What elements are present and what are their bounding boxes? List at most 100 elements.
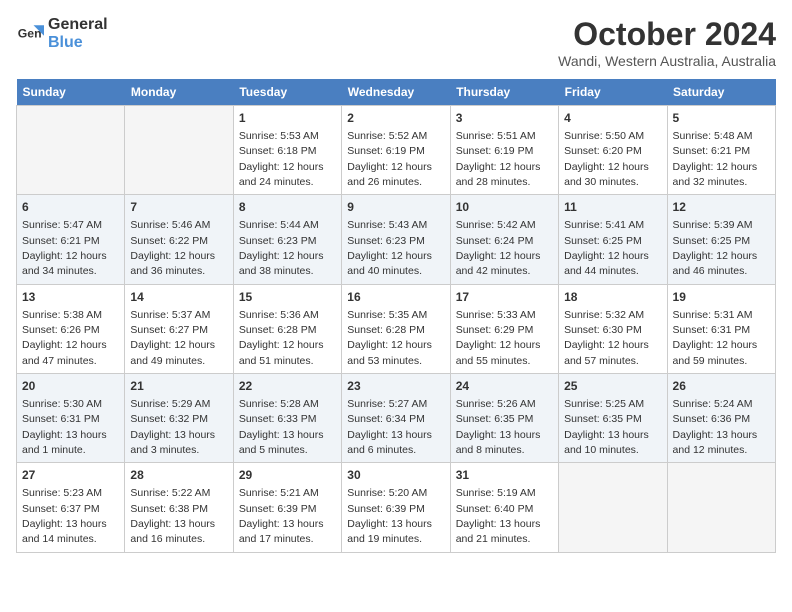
day-number: 11 — [564, 199, 661, 216]
day-number: 31 — [456, 467, 553, 484]
calendar-cell: 15 Sunrise: 5:36 AM Sunset: 6:28 PM Dayli… — [233, 284, 341, 373]
calendar-cell: 28 Sunrise: 5:22 AM Sunset: 6:38 PM Dayli… — [125, 463, 233, 552]
calendar-cell: 12 Sunrise: 5:39 AM Sunset: 6:25 PM Dayli… — [667, 195, 775, 284]
calendar-cell: 26 Sunrise: 5:24 AM Sunset: 6:36 PM Dayli… — [667, 374, 775, 463]
day-info: Sunrise: 5:28 AM Sunset: 6:33 PM Dayligh… — [239, 398, 324, 456]
day-number: 29 — [239, 467, 336, 484]
day-number: 10 — [456, 199, 553, 216]
day-number: 13 — [22, 289, 119, 306]
day-number: 15 — [239, 289, 336, 306]
day-number: 3 — [456, 110, 553, 127]
day-number: 20 — [22, 378, 119, 395]
day-info: Sunrise: 5:26 AM Sunset: 6:35 PM Dayligh… — [456, 398, 541, 456]
calendar-cell: 10 Sunrise: 5:42 AM Sunset: 6:24 PM Dayli… — [450, 195, 558, 284]
calendar-cell: 30Sunrise: 5:20 AM Sunset: 6:39 PM Dayli… — [342, 463, 450, 552]
day-number: 8 — [239, 199, 336, 216]
day-info: Sunrise: 5:29 AM Sunset: 6:32 PM Dayligh… — [130, 398, 215, 456]
calendar-cell: 3 Sunrise: 5:51 AM Sunset: 6:19 PM Daylig… — [450, 106, 558, 195]
day-info: Sunrise: 5:25 AM Sunset: 6:35 PM Dayligh… — [564, 398, 649, 456]
day-number: 28 — [130, 467, 227, 484]
day-number: 7 — [130, 199, 227, 216]
calendar-cell: 31 Sunrise: 5:19 AM Sunset: 6:40 PM Dayli… — [450, 463, 558, 552]
calendar-cell: 22 Sunrise: 5:28 AM Sunset: 6:33 PM Dayli… — [233, 374, 341, 463]
title-block: October 2024 Wandi, Western Australia, A… — [558, 16, 776, 69]
header-cell-friday: Friday — [559, 79, 667, 106]
day-info: Sunrise: 5:33 AM Sunset: 6:29 PM Dayligh… — [456, 309, 541, 367]
day-info: Sunrise: 5:42 AM Sunset: 6:24 PM Dayligh… — [456, 219, 541, 277]
day-info: Sunrise: 5:46 AM Sunset: 6:22 PM Dayligh… — [130, 219, 215, 277]
calendar-cell — [125, 106, 233, 195]
day-number: 12 — [673, 199, 770, 216]
logo: Gen General Blue — [16, 16, 108, 51]
calendar-cell: 23 Sunrise: 5:27 AM Sunset: 6:34 PM Dayli… — [342, 374, 450, 463]
page-header: Gen General Blue October 2024 Wandi, Wes… — [16, 16, 776, 69]
calendar-cell — [17, 106, 125, 195]
day-number: 27 — [22, 467, 119, 484]
week-row-2: 6 Sunrise: 5:47 AM Sunset: 6:21 PM Daylig… — [17, 195, 776, 284]
day-info: Sunrise: 5:37 AM Sunset: 6:27 PM Dayligh… — [130, 309, 215, 367]
day-info: Sunrise: 5:52 AM Sunset: 6:19 PM Dayligh… — [347, 130, 432, 188]
day-info: Sunrise: 5:36 AM Sunset: 6:28 PM Dayligh… — [239, 309, 324, 367]
calendar-cell: 18Sunrise: 5:32 AM Sunset: 6:30 PM Dayli… — [559, 284, 667, 373]
day-number: 2 — [347, 110, 444, 127]
day-info: Sunrise: 5:39 AM Sunset: 6:25 PM Dayligh… — [673, 219, 758, 277]
day-info: Sunrise: 5:22 AM Sunset: 6:38 PM Dayligh… — [130, 487, 215, 545]
page-title: October 2024 — [558, 16, 776, 53]
header-cell-sunday: Sunday — [17, 79, 125, 106]
day-info: Sunrise: 5:23 AM Sunset: 6:37 PM Dayligh… — [22, 487, 107, 545]
week-row-4: 20 Sunrise: 5:30 AM Sunset: 6:31 PM Dayli… — [17, 374, 776, 463]
day-number: 4 — [564, 110, 661, 127]
day-info: Sunrise: 5:19 AM Sunset: 6:40 PM Dayligh… — [456, 487, 541, 545]
day-info: Sunrise: 5:47 AM Sunset: 6:21 PM Dayligh… — [22, 219, 107, 277]
day-number: 25 — [564, 378, 661, 395]
header-row: SundayMondayTuesdayWednesdayThursdayFrid… — [17, 79, 776, 106]
calendar-cell: 19Sunrise: 5:31 AM Sunset: 6:31 PM Dayli… — [667, 284, 775, 373]
day-info: Sunrise: 5:31 AM Sunset: 6:31 PM Dayligh… — [673, 309, 758, 367]
day-number: 23 — [347, 378, 444, 395]
day-info: Sunrise: 5:30 AM Sunset: 6:31 PM Dayligh… — [22, 398, 107, 456]
day-info: Sunrise: 5:41 AM Sunset: 6:25 PM Dayligh… — [564, 219, 649, 277]
header-cell-monday: Monday — [125, 79, 233, 106]
day-info: Sunrise: 5:43 AM Sunset: 6:23 PM Dayligh… — [347, 219, 432, 277]
calendar-cell: 14 Sunrise: 5:37 AM Sunset: 6:27 PM Dayli… — [125, 284, 233, 373]
calendar-cell: 2 Sunrise: 5:52 AM Sunset: 6:19 PM Daylig… — [342, 106, 450, 195]
day-number: 17 — [456, 289, 553, 306]
day-info: Sunrise: 5:51 AM Sunset: 6:19 PM Dayligh… — [456, 130, 541, 188]
day-info: Sunrise: 5:20 AM Sunset: 6:39 PM Dayligh… — [347, 487, 432, 545]
day-info: Sunrise: 5:50 AM Sunset: 6:20 PM Dayligh… — [564, 130, 649, 188]
day-number: 1 — [239, 110, 336, 127]
calendar-cell: 6 Sunrise: 5:47 AM Sunset: 6:21 PM Daylig… — [17, 195, 125, 284]
day-info: Sunrise: 5:32 AM Sunset: 6:30 PM Dayligh… — [564, 309, 649, 367]
calendar-cell: 9 Sunrise: 5:43 AM Sunset: 6:23 PM Daylig… — [342, 195, 450, 284]
calendar-cell: 4 Sunrise: 5:50 AM Sunset: 6:20 PM Daylig… — [559, 106, 667, 195]
calendar-cell: 13Sunrise: 5:38 AM Sunset: 6:26 PM Dayli… — [17, 284, 125, 373]
day-number: 21 — [130, 378, 227, 395]
calendar-cell — [559, 463, 667, 552]
day-info: Sunrise: 5:27 AM Sunset: 6:34 PM Dayligh… — [347, 398, 432, 456]
calendar-body: 1 Sunrise: 5:53 AM Sunset: 6:18 PM Daylig… — [17, 106, 776, 553]
header-cell-thursday: Thursday — [450, 79, 558, 106]
day-info: Sunrise: 5:53 AM Sunset: 6:18 PM Dayligh… — [239, 130, 324, 188]
day-number: 22 — [239, 378, 336, 395]
page-subtitle: Wandi, Western Australia, Australia — [558, 53, 776, 69]
header-cell-tuesday: Tuesday — [233, 79, 341, 106]
calendar-cell: 5 Sunrise: 5:48 AM Sunset: 6:21 PM Daylig… — [667, 106, 775, 195]
calendar-cell: 20 Sunrise: 5:30 AM Sunset: 6:31 PM Dayli… — [17, 374, 125, 463]
day-info: Sunrise: 5:24 AM Sunset: 6:36 PM Dayligh… — [673, 398, 758, 456]
calendar-cell: 1 Sunrise: 5:53 AM Sunset: 6:18 PM Daylig… — [233, 106, 341, 195]
day-number: 5 — [673, 110, 770, 127]
calendar-cell: 29 Sunrise: 5:21 AM Sunset: 6:39 PM Dayli… — [233, 463, 341, 552]
calendar-cell: 16Sunrise: 5:35 AM Sunset: 6:28 PM Dayli… — [342, 284, 450, 373]
day-info: Sunrise: 5:48 AM Sunset: 6:21 PM Dayligh… — [673, 130, 758, 188]
day-number: 9 — [347, 199, 444, 216]
calendar-cell: 11 Sunrise: 5:41 AM Sunset: 6:25 PM Dayli… — [559, 195, 667, 284]
day-info: Sunrise: 5:21 AM Sunset: 6:39 PM Dayligh… — [239, 487, 324, 545]
calendar-cell: 17 Sunrise: 5:33 AM Sunset: 6:29 PM Dayli… — [450, 284, 558, 373]
calendar-cell: 25 Sunrise: 5:25 AM Sunset: 6:35 PM Dayli… — [559, 374, 667, 463]
day-number: 6 — [22, 199, 119, 216]
day-number: 14 — [130, 289, 227, 306]
day-info: Sunrise: 5:44 AM Sunset: 6:23 PM Dayligh… — [239, 219, 324, 277]
day-number: 26 — [673, 378, 770, 395]
calendar-cell: 27 Sunrise: 5:23 AM Sunset: 6:37 PM Dayli… — [17, 463, 125, 552]
day-number: 16 — [347, 289, 444, 306]
